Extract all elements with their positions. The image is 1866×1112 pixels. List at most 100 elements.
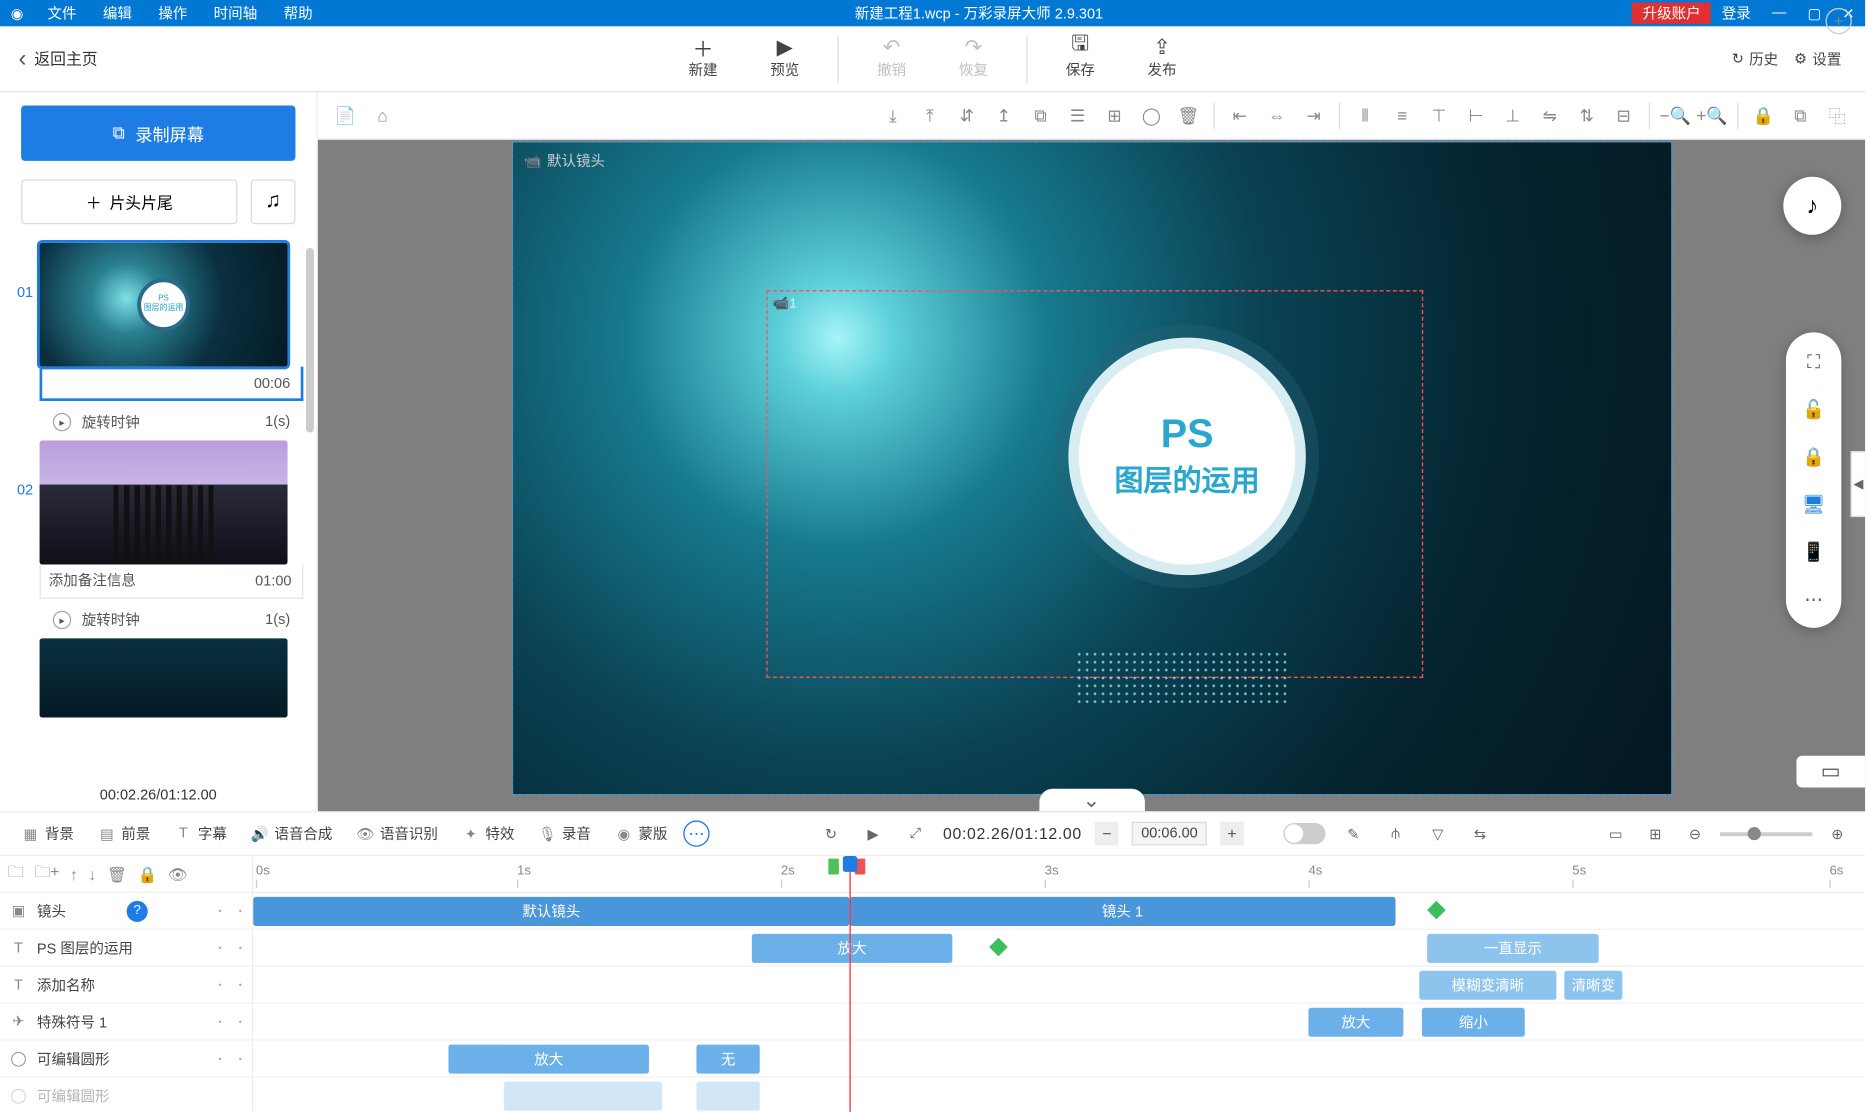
align-m-icon[interactable]: ⊢ xyxy=(1459,98,1493,132)
scene-item[interactable] xyxy=(11,638,304,717)
undo-button[interactable]: ↶撤销 xyxy=(863,35,921,82)
clip-zoom-in[interactable]: 放大 xyxy=(752,934,952,963)
guides-icon[interactable]: ⊞ xyxy=(1097,98,1131,132)
zoom-in-timeline[interactable]: ⊕ xyxy=(1823,819,1852,848)
music-button[interactable]: ♫ xyxy=(251,179,296,224)
duplicate-icon[interactable]: ⧉ xyxy=(1783,98,1817,132)
flip-h-icon[interactable]: ⇋ xyxy=(1533,98,1567,132)
distribute-v-icon[interactable]: ≡ xyxy=(1385,98,1419,132)
publish-button[interactable]: ⇪发布 xyxy=(1133,35,1191,82)
upgrade-button[interactable]: 升级账户 xyxy=(1632,3,1711,24)
copy2-icon[interactable]: ⿻ xyxy=(1820,98,1854,132)
play-button[interactable]: ▶ xyxy=(859,819,888,848)
tab-background[interactable]: ▦背景 xyxy=(13,823,82,844)
menu-edit[interactable]: 编辑 xyxy=(90,3,145,24)
track-row[interactable]: 模糊变清晰 清晰变 xyxy=(253,967,1865,1004)
scene-thumbnail[interactable]: PS图层的运用 xyxy=(40,243,288,367)
sort-icon[interactable]: ⇆ xyxy=(1465,819,1494,848)
title-circle[interactable]: PS 图层的运用 xyxy=(1068,338,1305,575)
clip-zoom-in-3[interactable]: 放大 xyxy=(448,1045,648,1074)
login-button[interactable]: 登录 xyxy=(1711,3,1761,24)
clip-none[interactable]: 无 xyxy=(696,1045,759,1074)
trash-icon[interactable]: 🗑 xyxy=(1171,98,1205,132)
align-t-icon[interactable]: ⊤ xyxy=(1422,98,1456,132)
track-row[interactable]: 放大 一直显示 xyxy=(253,930,1865,967)
bottom-right-tab[interactable]: ▭ xyxy=(1796,756,1865,788)
clip-always-show[interactable]: 一直显示 xyxy=(1427,934,1598,963)
playhead[interactable] xyxy=(849,856,850,1112)
tab-mask[interactable]: ◉蒙版 xyxy=(607,823,676,844)
collapse-canvas-tab[interactable]: ⌄ xyxy=(1039,789,1145,811)
align-top-icon[interactable]: ⤒ xyxy=(913,98,947,132)
track-row[interactable] xyxy=(253,1078,1865,1112)
frame-icon[interactable]: ▭ xyxy=(1601,819,1630,848)
lock-icon[interactable]: 🔒 xyxy=(1746,98,1780,132)
new-button[interactable]: ＋新建 xyxy=(674,35,732,82)
align-vcenter-icon[interactable]: ⇵ xyxy=(950,98,984,132)
down-icon[interactable]: ↓ xyxy=(88,865,96,883)
align-left-icon[interactable]: ⇤ xyxy=(1223,98,1257,132)
history-button[interactable]: ↻历史 xyxy=(1732,48,1778,69)
clip-partial-2[interactable] xyxy=(696,1082,759,1111)
space-icon[interactable]: ⊟ xyxy=(1607,98,1641,132)
zoom-in-icon[interactable]: +🔍 xyxy=(1695,98,1729,132)
zoom-out-timeline[interactable]: ⊖ xyxy=(1680,819,1709,848)
zoom-slider[interactable] xyxy=(1720,832,1812,836)
track-row[interactable]: 放大 缩小 xyxy=(253,1004,1865,1041)
fullscreen-icon[interactable]: ⤢ xyxy=(901,819,930,848)
align-hcenter-icon[interactable]: ⇔ xyxy=(1260,98,1294,132)
increase-duration[interactable]: + xyxy=(1220,822,1244,846)
copy-icon[interactable]: ⧉ xyxy=(1024,98,1058,132)
clip-zoom-in-2[interactable]: 放大 xyxy=(1308,1008,1403,1037)
scene-thumbnail[interactable] xyxy=(40,638,288,717)
scene-item[interactable]: 01 PS图层的运用 00:06 xyxy=(11,243,304,401)
home-icon[interactable]: ⌂ xyxy=(365,98,399,132)
keyframe-icon[interactable] xyxy=(989,938,1008,957)
paste-icon[interactable]: 📄 xyxy=(328,98,362,132)
save-button[interactable]: 🖫保存 xyxy=(1051,35,1109,82)
align-up-icon[interactable]: ↥ xyxy=(987,98,1021,132)
edit-icon[interactable]: ✎ xyxy=(1339,819,1368,848)
filter-icon[interactable]: ⫛ xyxy=(1381,819,1410,848)
distribute-h-icon[interactable]: ⫴ xyxy=(1348,98,1382,132)
track-header[interactable]: T添加名称･･ xyxy=(0,967,252,1004)
desktop-icon[interactable]: 🖥 xyxy=(1798,488,1830,520)
tab-effects[interactable]: ✦特效 xyxy=(454,823,523,844)
tab-foreground[interactable]: ▤前景 xyxy=(90,823,159,844)
unlock-icon[interactable]: 🔓 xyxy=(1798,393,1830,425)
clip-clear-change[interactable]: 清晰变 xyxy=(1564,971,1622,1000)
help-icon[interactable]: ? xyxy=(127,900,148,921)
keyframe-icon[interactable] xyxy=(1427,901,1446,920)
loop-icon[interactable]: ↻ xyxy=(816,819,845,848)
minimize-button[interactable]: — xyxy=(1761,5,1797,21)
menu-file[interactable]: 文件 xyxy=(34,3,89,24)
flip-v-icon[interactable]: ⇅ xyxy=(1570,98,1604,132)
track-row[interactable]: 默认镜头 镜头 1 xyxy=(253,893,1865,930)
clip-default-camera[interactable]: 默认镜头 xyxy=(253,897,849,926)
background-music-button[interactable]: ♪ xyxy=(1783,177,1841,235)
tab-asr[interactable]: 👁语音识别 xyxy=(348,823,446,844)
more-icon[interactable]: ⋯ xyxy=(1798,583,1830,615)
align-b-icon[interactable]: ⊥ xyxy=(1496,98,1530,132)
track-header[interactable]: ▣镜头?･･ xyxy=(0,893,252,930)
scrollbar[interactable] xyxy=(306,248,314,433)
intro-outro-button[interactable]: ＋片头片尾 xyxy=(21,179,237,224)
menu-help[interactable]: 帮助 xyxy=(270,3,325,24)
canvas-stage[interactable]: 📹 默认镜头 📹1 PS 图层的运用 ♪ ⛶ 🔓 🔒 🖥 📱 xyxy=(318,140,1865,811)
add-track-button[interactable]: + xyxy=(1825,8,1851,34)
funnel-icon[interactable]: ▽ xyxy=(1423,819,1452,848)
scene-duration-input[interactable]: 00:06.00 xyxy=(1132,822,1207,846)
fit-screen-icon[interactable]: ⛶ xyxy=(1798,346,1830,378)
scene-thumbnail[interactable] xyxy=(40,441,288,565)
folder-icon[interactable]: 🗀 xyxy=(8,860,24,888)
clip-blur-clear[interactable]: 模糊变清晰 xyxy=(1419,971,1556,1000)
tab-subtitle[interactable]: T字幕 xyxy=(166,823,235,844)
transition-item[interactable]: ▸ 旋转时钟 1(s) xyxy=(11,604,304,638)
eye-icon[interactable]: 👁 xyxy=(168,865,188,883)
time-ruler[interactable]: 0s 1s 2s 3s 4s 5s 6s xyxy=(253,856,1865,893)
align-right-icon[interactable]: ⇥ xyxy=(1297,98,1331,132)
clip-partial[interactable] xyxy=(504,1082,662,1111)
expand-right-panel[interactable]: ◀ xyxy=(1851,451,1866,517)
track-row[interactable]: 放大 无 xyxy=(253,1041,1865,1078)
track-header[interactable]: ◯可编辑圆形 xyxy=(0,1078,252,1112)
